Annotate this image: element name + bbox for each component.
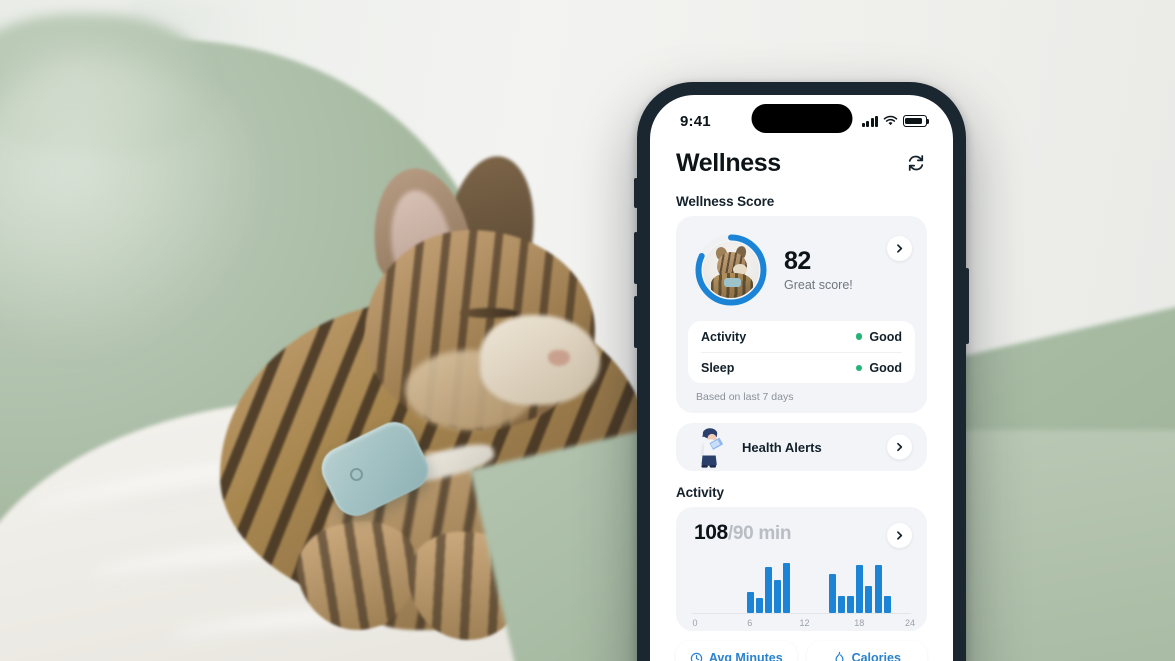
activity-tabs: Avg Minutes Calories [650, 631, 953, 661]
silent-switch[interactable] [634, 178, 638, 208]
chart-x-label: 12 [799, 618, 810, 628]
status-dot-icon [855, 364, 863, 372]
app-header: Wellness [650, 141, 953, 185]
activity-chevron-button[interactable] [887, 523, 912, 548]
chart-bar [828, 574, 836, 613]
health-alerts-row[interactable]: Health Alerts [676, 423, 927, 471]
activity-bar-chart: 0 6 12 18 24 [692, 555, 915, 628]
wellness-footnote: Based on last 7 days [696, 391, 794, 403]
chart-axis-line [692, 613, 911, 614]
chart-bar [746, 591, 754, 613]
wellness-score-card[interactable]: 82 Great score! Activity Good Sleep Good… [676, 216, 927, 413]
status-text: Good [869, 329, 902, 344]
chart-x-label: 24 [904, 618, 916, 628]
tab-calories-label: Calories [851, 651, 901, 661]
chart-bar [883, 595, 891, 613]
metric-status: Good [855, 329, 902, 344]
health-alerts-label: Health Alerts [742, 439, 822, 455]
chart-bar [847, 595, 855, 613]
cat-avatar [703, 242, 759, 298]
battery-icon [903, 115, 930, 127]
cat-eye [460, 308, 518, 318]
status-indicators [862, 115, 930, 127]
chart-x-label: 18 [854, 618, 865, 628]
sage-blanket-right [950, 430, 1175, 661]
clock-icon [690, 652, 703, 661]
activity-goal: /90 min [727, 523, 792, 544]
score-summary: 82 Great score! [676, 216, 927, 321]
health-alerts-chevron-button[interactable] [887, 434, 912, 460]
volume-down-button[interactable] [634, 296, 638, 348]
chart-bar [755, 597, 763, 613]
status-bar: 9:41 [650, 95, 953, 141]
chart-bar [774, 580, 782, 613]
activity-section-title: Activity [676, 485, 724, 500]
status-dot-icon [855, 333, 863, 340]
score-ring [694, 233, 768, 307]
chart-x-label: 6 [747, 618, 753, 628]
veterinarian-illustration [692, 425, 732, 469]
status-time: 9:41 [680, 112, 711, 130]
flame-icon [835, 651, 844, 661]
metric-row[interactable]: Sleep Good [701, 352, 902, 383]
wellness-section-title: Wellness Score [676, 194, 775, 209]
score-caption: Great score! [784, 278, 853, 293]
phone-mockup: 9:41 Wellness Wellness Score 82 Great sc… [634, 82, 969, 661]
activity-value: 108 [694, 521, 728, 544]
tab-avg-minutes-label: Avg Minutes [708, 651, 783, 661]
refresh-icon[interactable] [903, 150, 929, 176]
chart-bar [856, 564, 864, 613]
page-title: Wellness [676, 148, 781, 177]
status-text: Good [869, 361, 902, 375]
tab-calories[interactable]: Calories [806, 641, 927, 661]
wellness-chevron-button[interactable] [887, 236, 912, 261]
metric-row[interactable]: Activity Good [701, 321, 902, 352]
metric-status: Good [855, 361, 902, 375]
score-text: 82 Great score! [784, 246, 853, 293]
phone-screen: 9:41 Wellness Wellness Score 82 Great sc… [650, 95, 953, 661]
screenshot-stage: 9:41 Wellness Wellness Score 82 Great sc… [0, 0, 1175, 661]
chevron-right-icon [897, 244, 903, 253]
volume-up-button[interactable] [634, 232, 638, 284]
activity-card[interactable]: 108 /90 min 0 6 12 18 24 [676, 507, 927, 631]
wifi-icon [883, 115, 898, 126]
dynamic-island [751, 104, 852, 133]
chart-bar [838, 595, 845, 613]
score-value: 82 [784, 246, 811, 275]
cat-muzzle [480, 315, 600, 405]
cat-nose [548, 350, 570, 366]
metric-label: Activity [701, 329, 747, 344]
metric-label: Sleep [701, 361, 735, 375]
chart-bar [874, 564, 882, 613]
chart-bar [865, 585, 873, 613]
chart-bar [765, 566, 772, 613]
signal-bars-icon [862, 115, 878, 127]
tab-avg-minutes[interactable]: Avg Minutes [676, 641, 797, 661]
chevron-right-icon [897, 531, 903, 540]
chevron-right-icon [897, 442, 903, 452]
background-photo [0, 0, 1175, 661]
wellness-metrics: Activity Good Sleep Good [688, 321, 915, 383]
power-button[interactable] [965, 268, 969, 344]
chart-x-label: 0 [692, 618, 698, 628]
chart-bar [783, 562, 791, 613]
chart-bars [692, 555, 911, 613]
app-screen: Wellness Wellness Score 82 Great score! … [650, 141, 953, 661]
